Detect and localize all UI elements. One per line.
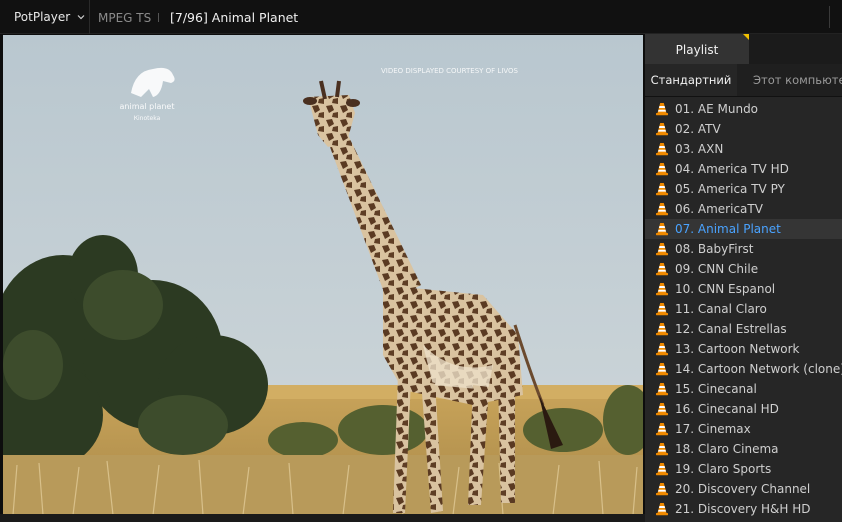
- subtab-standard[interactable]: Стандартний: [645, 64, 737, 96]
- playlist-item[interactable]: 07. Animal Planet: [645, 219, 842, 239]
- playlist-item-label: 04. America TV HD: [675, 162, 789, 176]
- vlc-cone-icon: [656, 403, 668, 416]
- playlist-item[interactable]: 15. Cinecanal: [645, 379, 842, 399]
- playlist-subtabs: Стандартний Этот компьютер: [645, 64, 842, 97]
- playlist-item-label: 03. AXN: [675, 142, 724, 156]
- playlist-tab[interactable]: Playlist: [645, 34, 749, 64]
- video-frame: animal planet Кinoteka VIDEO DISPLAYED C…: [3, 35, 643, 515]
- vlc-cone-icon: [656, 123, 668, 136]
- playlist-item[interactable]: 19. Claro Sports: [645, 459, 842, 479]
- playlist-item[interactable]: 16. Cinecanal HD: [645, 399, 842, 419]
- playlist-item-label: 05. America TV PY: [675, 182, 785, 196]
- playlist-item[interactable]: 11. Canal Claro: [645, 299, 842, 319]
- playlist-item-label: 11. Canal Claro: [675, 302, 767, 316]
- vlc-cone-icon: [656, 183, 668, 196]
- playlist-item[interactable]: 08. BabyFirst: [645, 239, 842, 259]
- playlist-item[interactable]: 03. AXN: [645, 139, 842, 159]
- vlc-cone-icon: [656, 323, 668, 336]
- app-name: PotPlayer: [14, 10, 71, 24]
- vlc-cone-icon: [656, 383, 668, 396]
- playlist-item[interactable]: 12. Canal Estrellas: [645, 319, 842, 339]
- playlist-item-label: 01. AE Mundo: [675, 102, 759, 116]
- vlc-cone-icon: [656, 263, 668, 276]
- playlist-item-label: 20. Discovery Channel: [675, 482, 811, 496]
- playlist-item[interactable]: 04. America TV HD: [645, 159, 842, 179]
- vlc-cone-icon: [656, 203, 668, 216]
- playlist-panel: Playlist Стандартний Этот компьютер 01. …: [645, 34, 842, 522]
- titlebar-divider: [829, 6, 830, 28]
- playlist-item-label: 06. AmericaTV: [675, 202, 763, 216]
- vlc-cone-icon: [656, 283, 668, 296]
- playlist-item-label: 17. Cinemax: [675, 422, 751, 436]
- playlist-item-label: 19. Claro Sports: [675, 462, 772, 476]
- playlist-item[interactable]: 01. AE Mundo: [645, 99, 842, 119]
- playlist-item[interactable]: 21. Discovery H&H HD: [645, 499, 842, 519]
- logo-text: animal planet: [120, 102, 175, 111]
- playlist-item-label: 02. ATV: [675, 122, 721, 136]
- vlc-cone-icon: [656, 483, 668, 496]
- chevron-down-icon: [77, 15, 85, 20]
- vlc-cone-icon: [656, 303, 668, 316]
- playlist-item[interactable]: 02. ATV: [645, 119, 842, 139]
- playlist-item[interactable]: 20. Discovery Channel: [645, 479, 842, 499]
- window-title: [7/96] Animal Planet: [170, 10, 299, 25]
- format-label: MPEG TS: [98, 11, 152, 25]
- vlc-cone-icon: [656, 443, 668, 456]
- playlist-item-label: 08. BabyFirst: [675, 242, 754, 256]
- title-bar: PotPlayer MPEG TS [7/96] Animal Planet: [0, 0, 842, 34]
- playlist-item[interactable]: 18. Claro Cinema: [645, 439, 842, 459]
- playlist-item[interactable]: 09. CNN Chile: [645, 259, 842, 279]
- playlist-item[interactable]: 17. Cinemax: [645, 419, 842, 439]
- vlc-cone-icon: [656, 243, 668, 256]
- playlist-item-label: 14. Cartoon Network (clone): [675, 362, 842, 376]
- video-watermark: VIDEO DISPLAYED COURTESY OF LIVOS: [381, 67, 519, 75]
- video-area[interactable]: animal planet Кinoteka VIDEO DISPLAYED C…: [3, 35, 643, 515]
- playlist-item[interactable]: 14. Cartoon Network (clone): [645, 359, 842, 379]
- vlc-cone-icon: [656, 463, 668, 476]
- vlc-cone-icon: [656, 363, 668, 376]
- playlist-item[interactable]: 10. CNN Espanol: [645, 279, 842, 299]
- playlist-item-label: 09. CNN Chile: [675, 262, 759, 276]
- playlist-item-label: 16. Cinecanal HD: [675, 402, 779, 416]
- playlist-item-label: 12. Canal Estrellas: [675, 322, 787, 336]
- subtab-this-computer[interactable]: Этот компьютер: [753, 64, 842, 96]
- app-menu-button[interactable]: PotPlayer: [0, 0, 90, 34]
- playlist-item[interactable]: 06. AmericaTV: [645, 199, 842, 219]
- vlc-cone-icon: [656, 163, 668, 176]
- vlc-cone-icon: [656, 103, 668, 116]
- playlist-item-label: 21. Discovery H&H HD: [675, 502, 811, 516]
- playlist-item-label: 15. Cinecanal: [675, 382, 757, 396]
- vlc-cone-icon: [656, 343, 668, 356]
- vlc-cone-icon: [656, 423, 668, 436]
- vlc-cone-icon: [656, 143, 668, 156]
- video-bottom-bar: [0, 514, 645, 522]
- playlist-list[interactable]: 01. AE Mundo 02. ATV 03. AXN 04. America TV…: [645, 99, 842, 522]
- title-separator: [158, 13, 159, 22]
- playlist-tab-label: Playlist: [675, 43, 719, 57]
- playlist-item[interactable]: 13. Cartoon Network: [645, 339, 842, 359]
- vlc-cone-icon: [656, 223, 668, 236]
- logo-subtext: Кinoteka: [134, 115, 161, 122]
- panel-tab-strip: [749, 34, 842, 64]
- playlist-item[interactable]: 05. America TV PY: [645, 179, 842, 199]
- vlc-cone-icon: [656, 503, 668, 516]
- playlist-item-label: 07. Animal Planet: [675, 222, 781, 236]
- playlist-item-label: 18. Claro Cinema: [675, 442, 779, 456]
- playlist-item-label: 13. Cartoon Network: [675, 342, 800, 356]
- playlist-item-label: 10. CNN Espanol: [675, 282, 776, 296]
